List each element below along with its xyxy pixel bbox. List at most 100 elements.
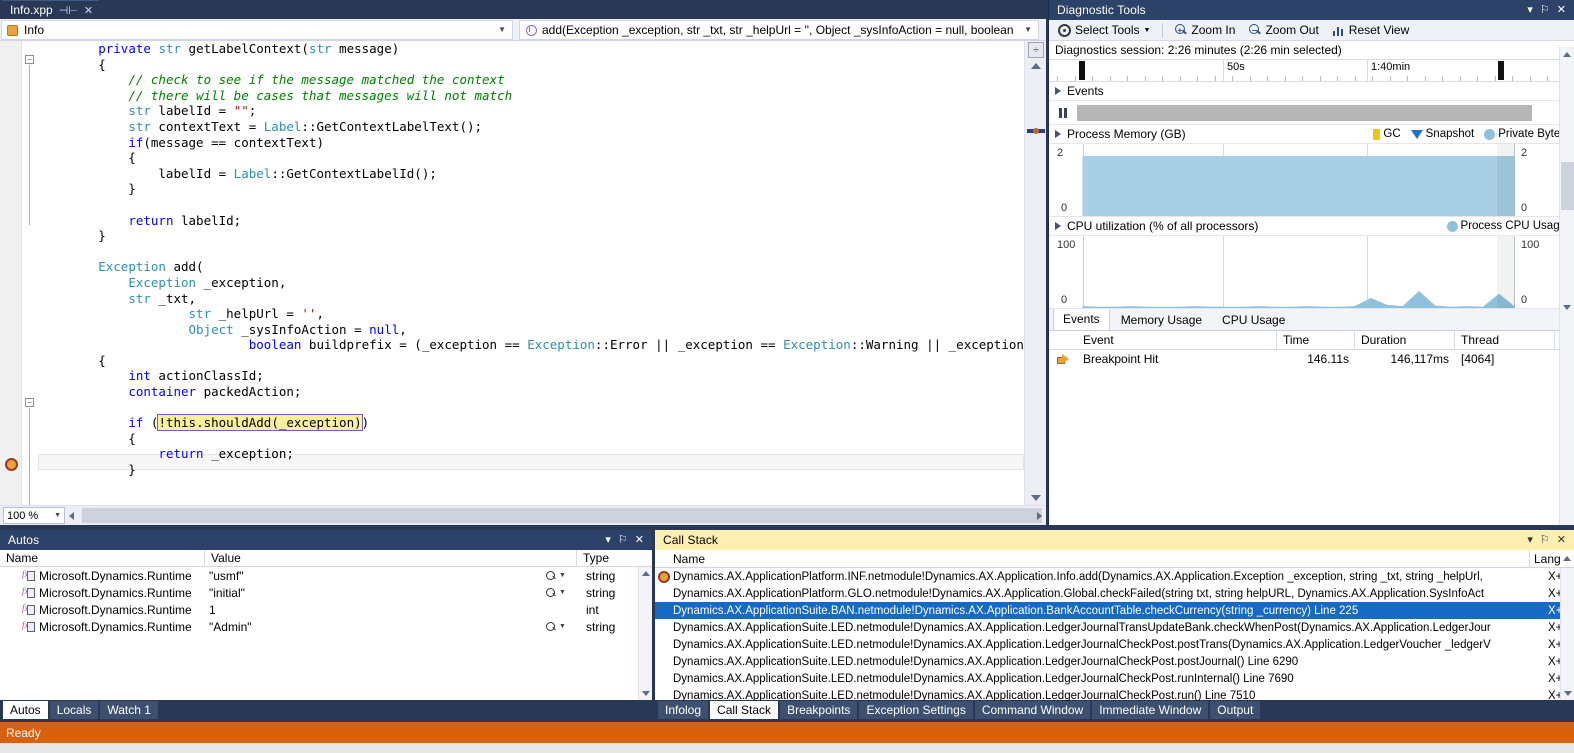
call-stack-row[interactable]: Dynamics.AX.ApplicationPlatform.INF.netm… xyxy=(655,568,1574,585)
call-stack-row[interactable]: Dynamics.AX.ApplicationSuite.LED.netmodu… xyxy=(655,619,1574,636)
split-view-handle[interactable]: ÷ xyxy=(1028,42,1044,58)
debug-tab-exception-settings[interactable]: Exception Settings xyxy=(859,701,972,719)
watch-tab-autos[interactable]: Autos xyxy=(3,701,48,719)
events-column-duration[interactable]: Duration xyxy=(1355,331,1455,350)
member-dropdown[interactable]: add(Exception _exception, str _txt, str … xyxy=(519,20,1039,40)
memory-chart[interactable]: 2020 xyxy=(1049,144,1574,217)
scroll-down-arrow-icon[interactable] xyxy=(1563,305,1571,310)
autos-column-name[interactable]: Name xyxy=(0,550,205,567)
chevron-down-icon[interactable]: ▼ xyxy=(496,25,510,34)
close-icon[interactable]: ✕ xyxy=(1557,5,1566,16)
zoom-out-button[interactable]: − Zoom Out xyxy=(1244,22,1323,38)
document-tab-info-xpp[interactable]: Info.xpp ⊣⊢ ✕ xyxy=(2,0,99,19)
watch-tab-watch-1[interactable]: Watch 1 xyxy=(100,701,158,719)
call-stack-row[interactable]: Dynamics.AX.ApplicationSuite.LED.netmodu… xyxy=(655,653,1574,670)
chevron-down-icon[interactable]: ▼ xyxy=(559,572,566,579)
expander-icon[interactable] xyxy=(1055,87,1061,95)
diagnostic-tab-events[interactable]: Events xyxy=(1053,308,1110,330)
autos-row-value[interactable]: "usmf" xyxy=(205,569,546,583)
scrollbar-thumb[interactable] xyxy=(82,508,1042,523)
scroll-down-arrow-icon[interactable] xyxy=(1031,495,1041,501)
autos-row-visualizer[interactable]: ▼ xyxy=(546,622,580,632)
scroll-right-arrow-icon[interactable] xyxy=(1037,512,1042,520)
code-text-area[interactable]: − − private str getLabelContext(str mess… xyxy=(0,41,1046,505)
fold-toggle-icon[interactable]: − xyxy=(25,398,34,407)
outlining-gutter[interactable]: − − xyxy=(22,41,38,505)
chevron-down-icon[interactable]: ▼ xyxy=(1143,27,1150,34)
memory-section-header[interactable]: Process Memory (GB) GC Snapshot Private … xyxy=(1049,125,1574,144)
autos-row-value[interactable]: "initial" xyxy=(205,586,546,600)
watch-tab-locals[interactable]: Locals xyxy=(50,701,99,719)
pin-icon[interactable]: ⚐ xyxy=(618,535,628,546)
close-icon[interactable]: ✕ xyxy=(635,535,644,546)
editor-vertical-scrollbar[interactable]: ÷ xyxy=(1024,41,1046,505)
breakpoint-icon[interactable] xyxy=(5,458,18,471)
debug-tab-immediate-window[interactable]: Immediate Window xyxy=(1092,701,1208,719)
autos-row[interactable]: Microsoft.Dynamics.Runtime"usmf"▼string xyxy=(0,567,652,584)
events-grid-row[interactable]: Breakpoint Hit 146.11s 146,117ms [4064] xyxy=(1049,350,1574,368)
autos-row[interactable]: Microsoft.Dynamics.Runtime"Admin"▼string xyxy=(0,618,652,635)
type-dropdown[interactable]: Info ▼ xyxy=(1,20,513,40)
diagnostic-tab-cpu-usage[interactable]: CPU Usage xyxy=(1213,310,1294,330)
call-stack-row[interactable]: Dynamics.AX.ApplicationPlatform.GLO.netm… xyxy=(655,585,1574,602)
autos-row[interactable]: Microsoft.Dynamics.Runtime1int xyxy=(0,601,652,618)
zoom-level-select[interactable]: 100 % ▼ xyxy=(3,507,65,524)
scroll-up-arrow-icon[interactable] xyxy=(642,571,650,576)
diagnostics-timeline-ruler[interactable]: 50s1:40min xyxy=(1049,60,1574,82)
debug-tab-command-window[interactable]: Command Window xyxy=(975,701,1090,719)
scroll-up-arrow-icon[interactable] xyxy=(1560,556,1574,561)
scroll-down-arrow-icon[interactable] xyxy=(1564,691,1572,696)
breakpoint-scroll-marker[interactable] xyxy=(1027,129,1045,133)
debug-tab-infolog[interactable]: Infolog xyxy=(658,701,708,719)
debug-tab-output[interactable]: Output xyxy=(1210,701,1260,719)
call-stack-row[interactable]: Dynamics.AX.ApplicationSuite.BAN.netmodu… xyxy=(655,602,1574,619)
events-column-event[interactable]: Event xyxy=(1077,331,1277,350)
debug-tab-call-stack[interactable]: Call Stack xyxy=(710,701,778,719)
window-menu-icon[interactable]: ▾ xyxy=(605,535,611,546)
scroll-down-arrow-icon[interactable] xyxy=(642,691,650,696)
autos-row-visualizer[interactable]: ▼ xyxy=(546,588,580,598)
pin-icon[interactable]: ⊣⊢ xyxy=(59,4,78,17)
scroll-up-arrow-icon[interactable] xyxy=(1031,63,1041,69)
close-icon[interactable]: ✕ xyxy=(1557,535,1566,546)
call-stack-row[interactable]: Dynamics.AX.ApplicationSuite.LED.netmodu… xyxy=(655,670,1574,687)
call-stack-vertical-scrollbar[interactable] xyxy=(1560,568,1574,700)
scroll-left-arrow-icon[interactable] xyxy=(69,512,74,520)
autos-column-value[interactable]: Value xyxy=(205,550,577,567)
cpu-chart[interactable]: 10001000 xyxy=(1049,236,1574,309)
diagnostics-vertical-scrollbar[interactable] xyxy=(1559,47,1574,525)
editor-horizontal-scrollbar[interactable] xyxy=(66,507,1045,524)
events-column-time[interactable]: Time xyxy=(1277,331,1355,350)
autos-row-visualizer[interactable]: ▼ xyxy=(546,571,580,581)
chevron-down-icon[interactable]: ▼ xyxy=(54,512,61,519)
chevron-down-icon[interactable]: ▼ xyxy=(1022,25,1036,34)
code-content[interactable]: private str getLabelContext(str message)… xyxy=(38,41,1024,505)
expander-icon[interactable] xyxy=(1055,222,1061,230)
scrollbar-thumb[interactable] xyxy=(1561,162,1574,210)
breakpoint-gutter[interactable] xyxy=(0,41,22,505)
magnifier-icon[interactable] xyxy=(546,571,556,581)
diagnostic-tab-memory-usage[interactable]: Memory Usage xyxy=(1112,310,1211,330)
reset-view-button[interactable]: Reset View xyxy=(1328,22,1414,38)
autos-vertical-scrollbar[interactable] xyxy=(638,567,652,700)
close-icon[interactable]: ✕ xyxy=(84,4,93,17)
window-menu-icon[interactable]: ▾ xyxy=(1527,535,1533,546)
magnifier-icon[interactable] xyxy=(546,588,556,598)
pin-icon[interactable]: ⚐ xyxy=(1540,5,1550,16)
source-code[interactable]: private str getLabelContext(str message)… xyxy=(38,41,1024,478)
magnifier-icon[interactable] xyxy=(546,622,556,632)
autos-row-value[interactable]: "Admin" xyxy=(205,620,546,634)
autos-column-type[interactable]: Type xyxy=(577,550,638,567)
expander-icon[interactable] xyxy=(1055,130,1061,138)
window-menu-icon[interactable]: ▾ xyxy=(1527,5,1533,16)
debug-tab-breakpoints[interactable]: Breakpoints xyxy=(780,701,857,719)
cpu-section-header[interactable]: CPU utilization (% of all processors) Pr… xyxy=(1049,217,1574,236)
fold-toggle-icon[interactable]: − xyxy=(25,55,34,64)
autos-row[interactable]: Microsoft.Dynamics.Runtime"initial"▼stri… xyxy=(0,584,652,601)
pin-icon[interactable]: ⚐ xyxy=(1540,535,1550,546)
events-column-thread[interactable]: Thread xyxy=(1455,331,1555,350)
chevron-down-icon[interactable]: ▼ xyxy=(559,623,566,630)
zoom-in-button[interactable]: + Zoom In xyxy=(1170,22,1240,38)
select-tools-button[interactable]: Select Tools ▼ xyxy=(1053,22,1155,38)
scroll-up-arrow-icon[interactable] xyxy=(1563,52,1571,57)
